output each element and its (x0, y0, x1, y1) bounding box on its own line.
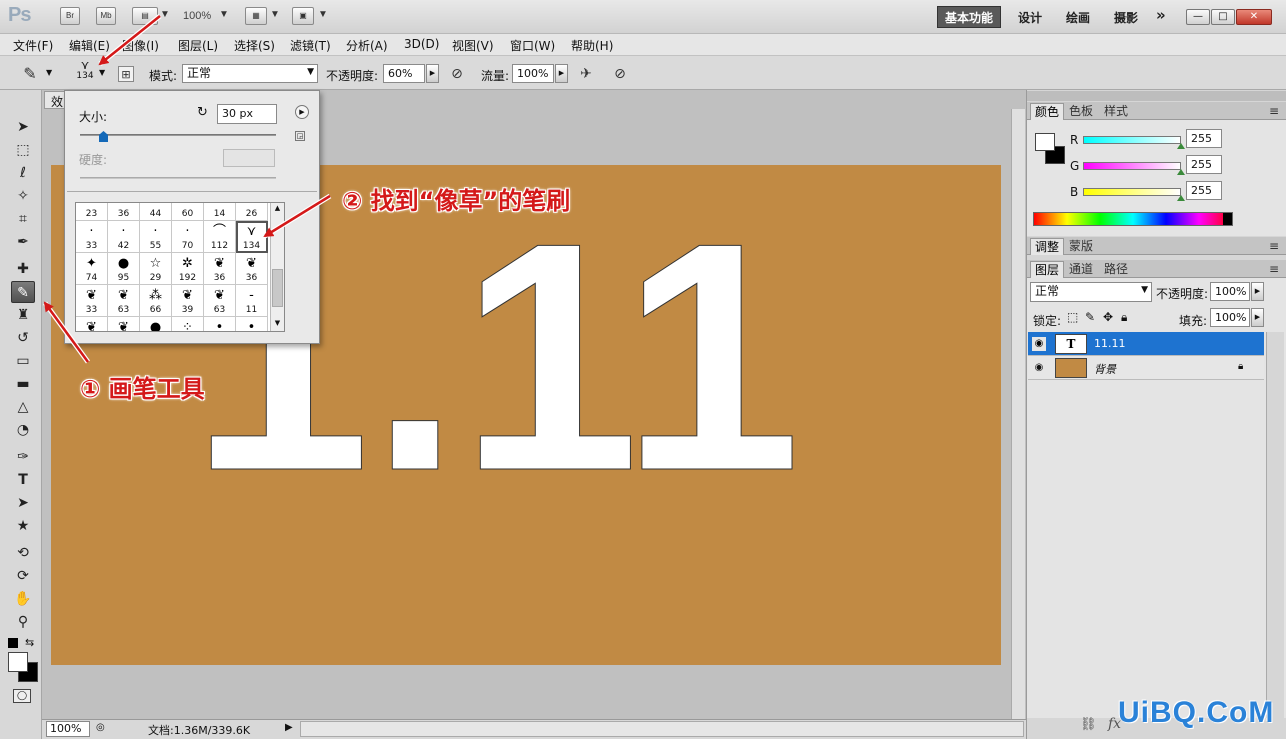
site-watermark: UiBQ.CoM (1118, 696, 1275, 729)
arrow-to-brush-tool (43, 301, 90, 363)
photoshop-window: Ps Br Mb ▤ ▼ 100% ▼ ▦ ▼ ▣ ▼ 基本功能 设计 绘画 摄… (0, 0, 1286, 739)
callout-find-grass-brush: ② 找到“像草”的笔刷 (342, 187, 571, 215)
arrow-to-brush-picker (98, 15, 161, 66)
arrow-to-grass-brush (263, 194, 331, 238)
callout-brush-tool: ① 画笔工具 (80, 375, 205, 403)
